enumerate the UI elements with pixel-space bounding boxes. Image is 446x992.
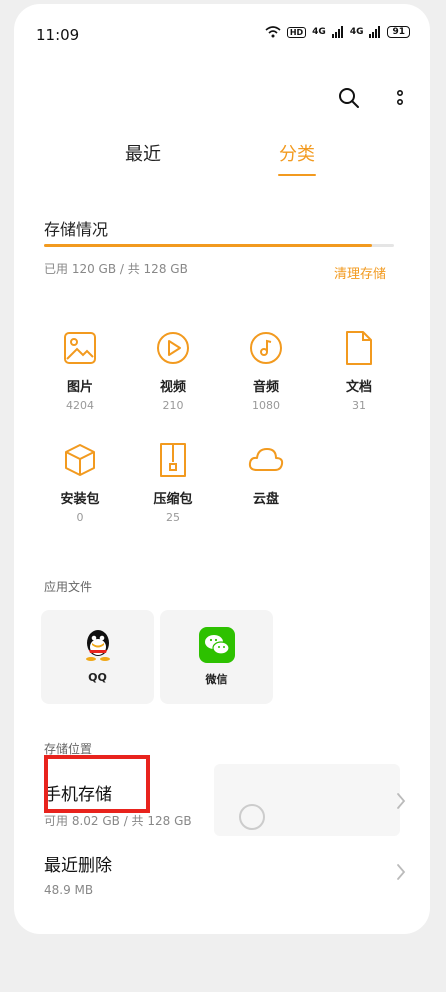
red-highlight-box xyxy=(44,755,150,813)
search-button[interactable] xyxy=(335,84,363,112)
audio-icon xyxy=(246,328,286,368)
category-label: 音频 xyxy=(252,380,279,395)
category-video[interactable]: 视频 210 xyxy=(128,328,218,412)
storage-bar xyxy=(44,244,394,247)
category-count: 1080 xyxy=(252,399,280,412)
status-bar: 11:09 HD 4G 4G 91 xyxy=(14,4,430,44)
package-icon xyxy=(60,440,100,480)
category-label: 文档 xyxy=(345,380,372,395)
category-count: 31 xyxy=(352,399,366,412)
status-icons: HD 4G 4G 91 xyxy=(265,26,410,38)
category-image[interactable]: 图片 4204 xyxy=(35,328,125,412)
wifi-icon xyxy=(265,26,281,38)
category-package[interactable]: 安装包 0 xyxy=(35,440,125,524)
storage-used-text: 已用 120 GB / 共 128 GB xyxy=(44,262,188,276)
recently-deleted-row[interactable]: 最近删除 48.9 MB xyxy=(32,841,412,911)
more-vertical-icon xyxy=(396,89,404,106)
storage-bar-fill xyxy=(44,244,373,247)
chevron-right-icon xyxy=(397,793,406,809)
recently-deleted-sub: 48.9 MB xyxy=(44,883,94,897)
app-files-label: 应用文件 xyxy=(44,580,93,594)
chevron-right-icon xyxy=(397,864,406,880)
app-card-qq[interactable]: QQ xyxy=(41,610,154,704)
app-name: 微信 xyxy=(205,673,228,686)
battery-indicator: 91 xyxy=(387,26,410,38)
category-audio[interactable]: 音频 1080 xyxy=(221,328,311,412)
hd-badge: HD xyxy=(286,26,307,38)
category-label: 安装包 xyxy=(60,492,100,507)
document-icon xyxy=(339,328,379,368)
signal-bars-icon-2 xyxy=(369,26,381,38)
phone-screen: 11:09 HD 4G 4G 91 最近 分类 存储情况 已用 120 GB /… xyxy=(14,4,430,934)
status-time: 11:09 xyxy=(36,26,80,44)
category-document[interactable]: 文档 31 xyxy=(314,328,404,412)
tab-bar: 最近 分类 xyxy=(14,140,430,180)
tab-recent[interactable]: 最近 xyxy=(125,140,161,166)
tab-indicator xyxy=(278,174,316,176)
recently-deleted-title: 最近删除 xyxy=(44,856,112,876)
app-name: QQ xyxy=(88,671,107,684)
category-count: 25 xyxy=(166,511,180,524)
archive-icon xyxy=(153,440,193,480)
category-label: 云盘 xyxy=(252,492,279,507)
category-cloud[interactable]: 云盘 xyxy=(221,440,311,511)
clean-storage-button[interactable]: 清理存储 xyxy=(334,263,386,282)
more-options-button[interactable] xyxy=(386,84,414,112)
category-count: 0 xyxy=(76,511,84,524)
wechat-icon xyxy=(198,627,235,663)
video-icon xyxy=(153,328,193,368)
storage-title: 存储情况 xyxy=(44,220,109,239)
signal-icon-2: 4G xyxy=(349,27,364,37)
category-label: 视频 xyxy=(159,380,186,395)
tab-category[interactable]: 分类 xyxy=(279,140,315,166)
signal-icon-1: 4G xyxy=(312,27,326,37)
image-icon xyxy=(60,328,100,368)
search-icon xyxy=(339,88,359,108)
signal-bars-icon-1 xyxy=(331,26,343,38)
category-archive[interactable]: 压缩包 25 xyxy=(128,440,218,524)
category-label: 压缩包 xyxy=(153,492,193,507)
app-card-wechat[interactable]: 微信 xyxy=(160,610,273,704)
category-count: 4204 xyxy=(66,399,94,412)
cloud-icon xyxy=(246,440,286,480)
category-label: 图片 xyxy=(66,380,93,395)
category-count: 210 xyxy=(162,399,184,412)
phone-storage-sub: 可用 8.02 GB / 共 128 GB xyxy=(44,814,192,828)
touch-indicator xyxy=(239,804,265,830)
qq-icon xyxy=(80,627,116,663)
